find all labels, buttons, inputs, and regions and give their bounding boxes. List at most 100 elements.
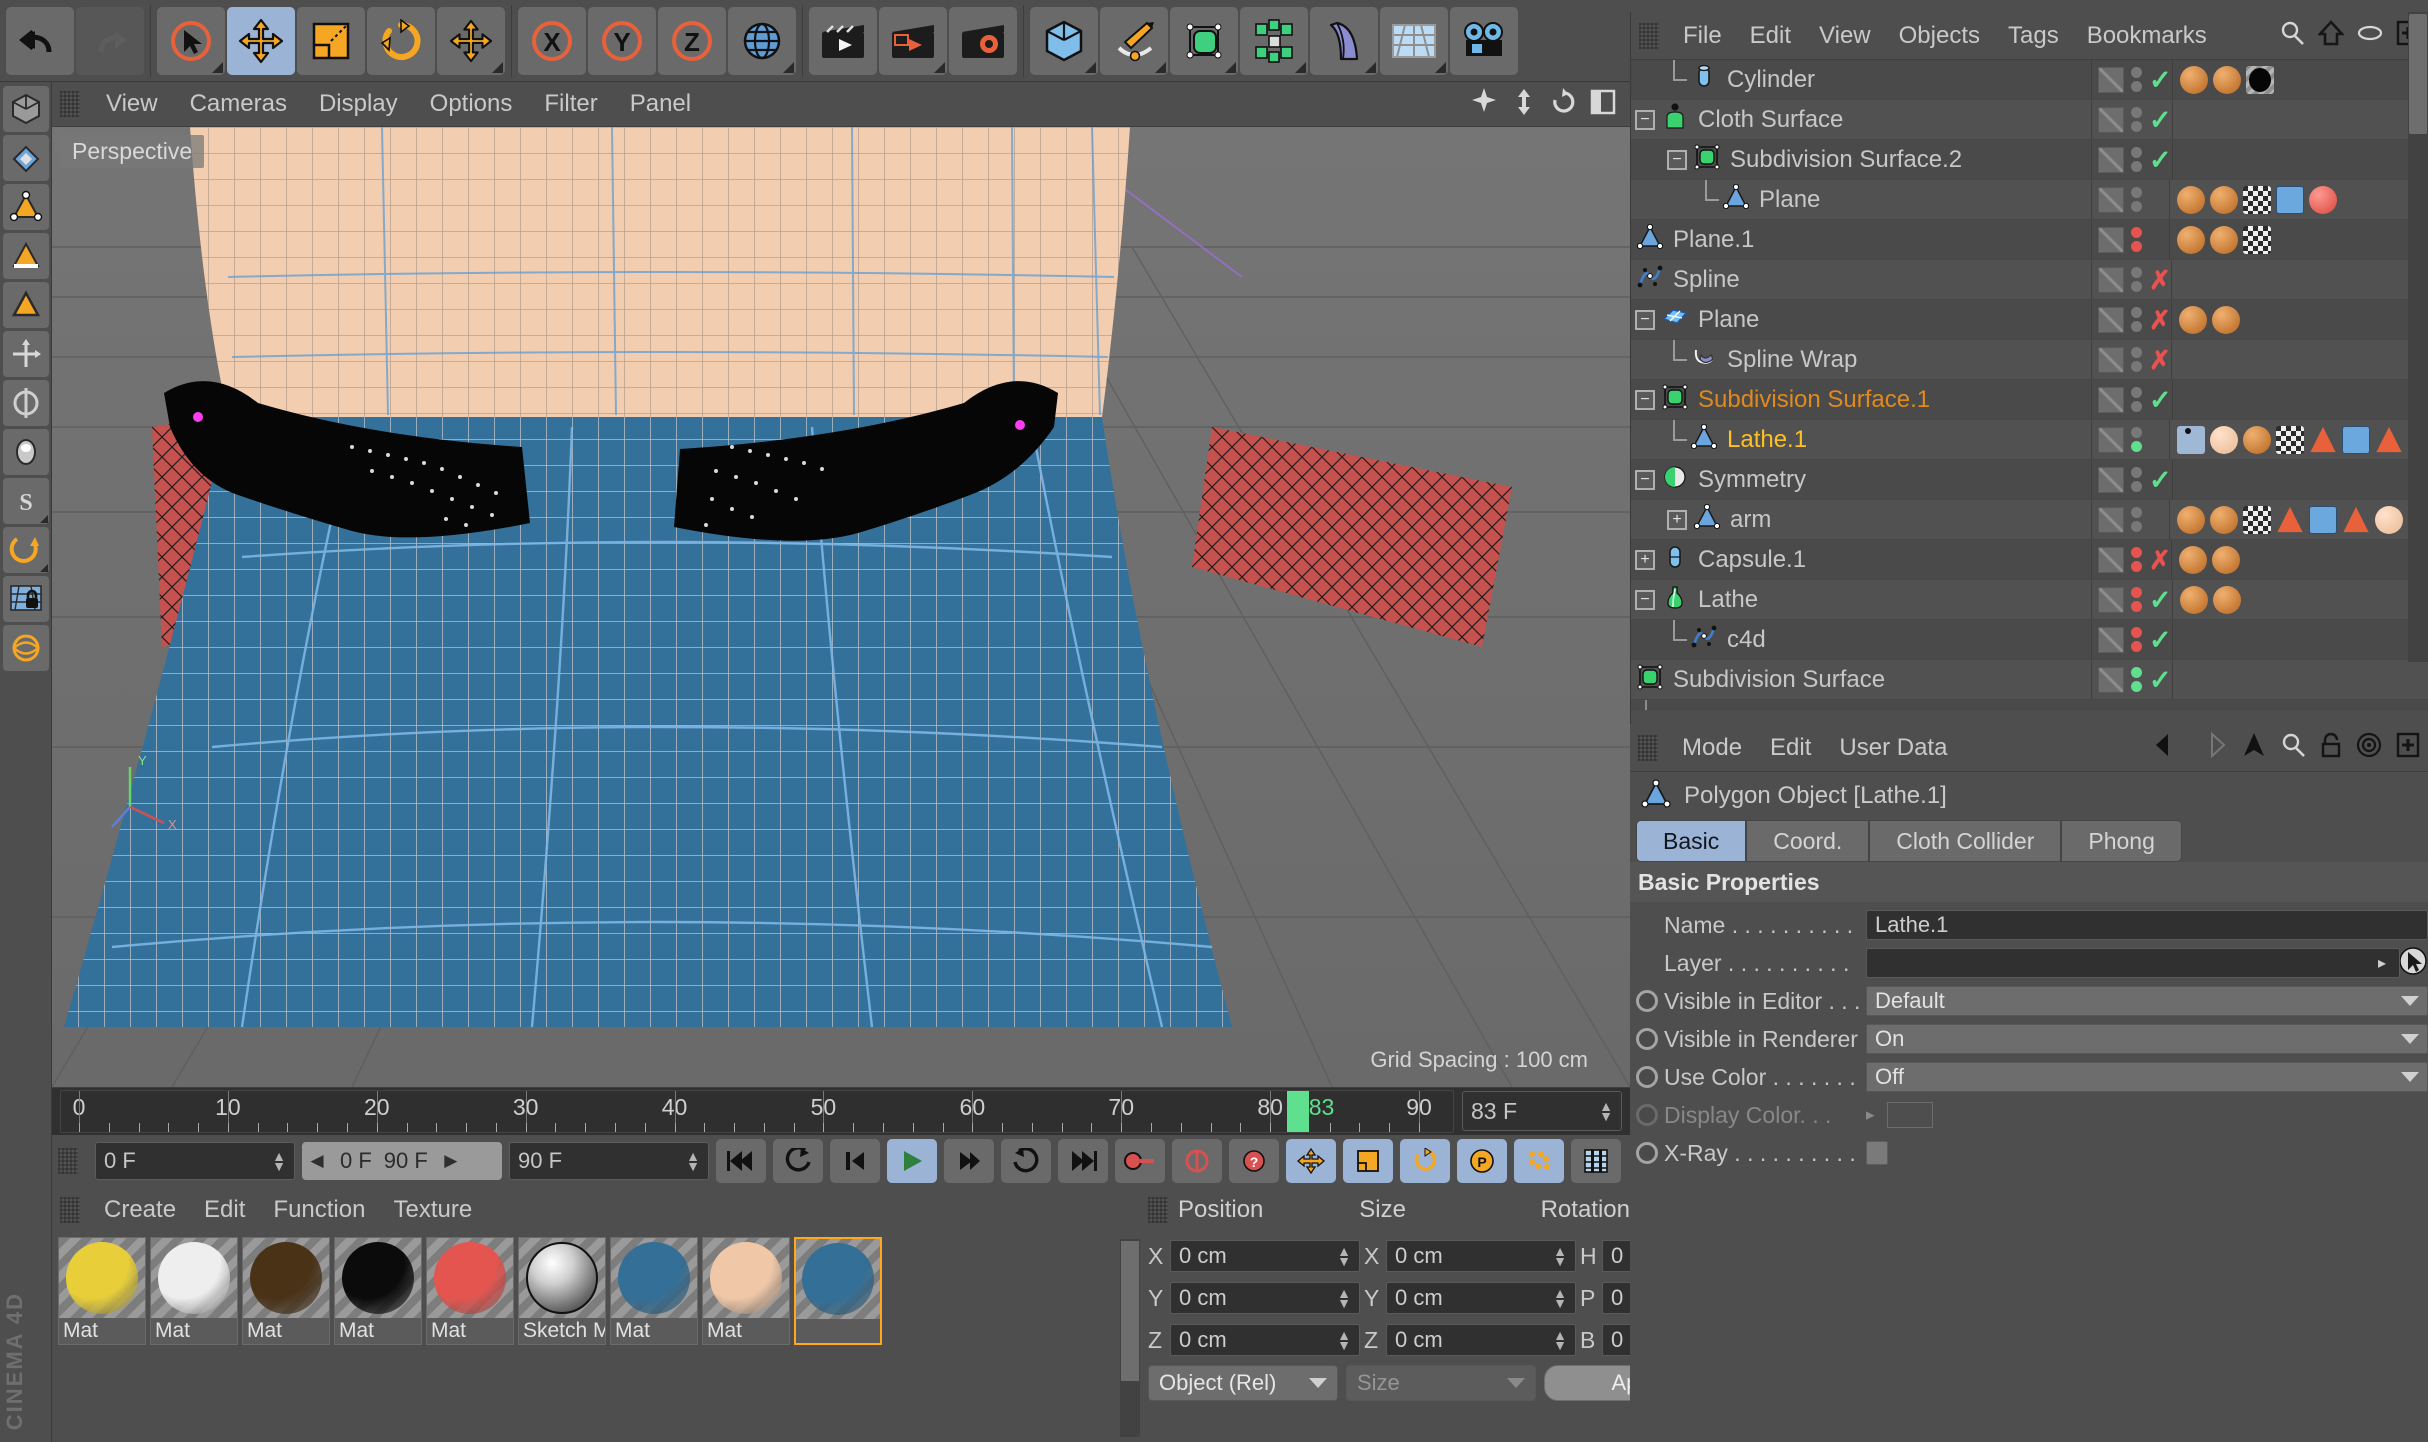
visibility-dots[interactable] [2131,667,2142,692]
viewport-menu-options[interactable]: Options [414,88,529,120]
om-menu-objects[interactable]: Objects [1885,22,1994,50]
layer-dropdown-arrow-icon[interactable]: ▸ [2378,953,2386,973]
object-name-cell[interactable]: − Subdivision Surface.1 [1631,380,2091,419]
object-name-cell[interactable]: Spline [1631,260,2091,299]
layer-swatch-icon[interactable] [2098,226,2124,253]
visibility-cross-icon[interactable]: ✗ [2149,547,2171,573]
object-name-cell[interactable]: − Symmetry [1631,460,2091,499]
home-icon[interactable] [2317,20,2345,51]
visibility-dots[interactable] [2131,147,2142,172]
viewport-menu-panel[interactable]: Panel [614,88,707,120]
range-left-arrow-icon[interactable]: ◀ [306,1151,328,1171]
visibility-dot[interactable] [2131,667,2142,678]
size-x-input[interactable]: 0 cm ▲ ▼ [1386,1240,1576,1272]
model-mode-button[interactable] [2,86,49,132]
coord-size-dropdown[interactable]: Size [1346,1365,1536,1401]
material-grid[interactable]: Mat Mat Mat Mat Mat Sketch M Mat Mat [52,1233,1142,1438]
spinner-icon[interactable]: ▲▼ [1337,1328,1351,1352]
go-to-end-button[interactable] [1058,1139,1108,1183]
material-tag-icon[interactable] [2211,305,2240,334]
texture-tag-icon[interactable] [2243,225,2271,254]
cloth-tag-icon[interactable] [2177,425,2205,454]
edge-mode-button[interactable] [2,233,49,279]
om-menu-view[interactable]: View [1805,22,1885,50]
timeline-playhead[interactable] [1286,1091,1309,1132]
workplane-button[interactable] [2,527,49,573]
timeline-toggle-button[interactable] [1571,1139,1621,1183]
lock-z-axis-button[interactable]: Z [658,6,726,75]
search-icon[interactable] [2280,732,2306,763]
move-duplicate-button[interactable] [437,6,505,75]
scrollbar-thumb[interactable] [2409,14,2427,134]
visible-in-renderer-select[interactable]: On [1866,1024,2428,1054]
new-icon[interactable] [2396,732,2420,763]
visibility-dots[interactable] [2131,307,2142,332]
object-axis-button[interactable] [2,331,49,377]
visible-in-editor-select[interactable]: Default [1866,986,2428,1016]
position-z-input[interactable]: 0 cm ▲ ▼ [1170,1324,1360,1356]
object-row[interactable]: − Subdivision Surface.1 ✓ [1631,380,2428,420]
mm-menu-texture[interactable]: Texture [379,1196,486,1224]
size-y-input[interactable]: 0 cm ▲ ▼ [1386,1282,1576,1314]
visibility-dot[interactable] [2131,467,2142,478]
record-active-objects-button[interactable] [1115,1139,1165,1183]
undo-button[interactable] [6,6,74,75]
object-row[interactable]: Cylinder ✓ [1631,60,2428,100]
object-tree[interactable]: Cylinder ✓ − Cloth Surface ✓ − Subdivision Sur… [1631,60,2428,710]
spinner-icon[interactable]: ▲▼ [1599,1099,1613,1123]
add-spline-button[interactable] [1100,6,1168,75]
visibility-dot[interactable] [2131,427,2142,438]
layer-picker-icon[interactable] [2398,946,2428,981]
visibility-dots[interactable] [2131,427,2142,452]
material-tag-icon[interactable] [2178,545,2207,574]
object-name-cell[interactable]: − Plane [1631,300,2091,339]
layer-swatch-icon[interactable] [2098,266,2124,293]
object-row[interactable]: + arm [1631,500,2428,540]
scale-key-button[interactable] [1343,1139,1393,1183]
expand-expander[interactable]: + [1635,549,1655,570]
visibility-dot[interactable] [2131,67,2142,78]
object-name-cell[interactable]: − Subdivision Surface.2 [1631,140,2091,179]
visibility-dot[interactable] [2131,307,2142,318]
visibility-dots[interactable] [2131,507,2142,532]
rotate-tool-button[interactable] [367,6,435,75]
visibility-dots[interactable] [2131,547,2142,572]
visibility-dot[interactable] [2131,681,2142,692]
object-name-cell[interactable]: c4d [1631,620,2091,659]
lock-y-axis-button[interactable]: Y [588,6,656,75]
object-row[interactable]: Subdivision Surface ✓ [1631,660,2428,700]
visibility-dot[interactable] [2131,561,2142,572]
spinner-icon[interactable]: ▲▼ [1553,1244,1567,1268]
mm-menu-edit[interactable]: Edit [190,1196,259,1224]
maximize-view-icon[interactable] [1590,89,1616,120]
layer-swatch-icon[interactable] [2098,66,2124,93]
material-swatch[interactable]: Mat [150,1237,238,1345]
layer-swatch-icon[interactable] [2098,186,2124,213]
visibility-dot[interactable] [2131,481,2142,492]
visibility-dots[interactable] [2131,187,2142,212]
object-name-cell[interactable]: Plane.1 [1631,220,2091,259]
enable-axis-button[interactable] [2,380,49,426]
spinner-icon[interactable]: ▲▼ [272,1149,286,1173]
add-mograph-button[interactable] [1240,6,1308,75]
visibility-dot[interactable] [2131,121,2142,132]
layer-swatch-icon[interactable] [2098,426,2124,453]
material-tag-icon[interactable] [2210,185,2238,214]
material-tag-icon[interactable] [2179,65,2208,94]
panel-grip-handle[interactable] [1638,734,1658,761]
material-tag-icon[interactable] [2375,505,2403,534]
phong-tag-icon[interactable] [2376,426,2402,453]
visibility-dots[interactable] [2131,467,2142,492]
material-tag-icon[interactable] [2179,585,2208,614]
keyframe-selection-button[interactable]: ? [1229,1139,1279,1183]
visibility-check-icon[interactable]: ✓ [2149,66,2172,93]
visibility-dot[interactable] [2131,161,2142,172]
scale-tool-button[interactable] [297,6,365,75]
texture-tag-icon[interactable] [2243,505,2271,534]
phong-tag-icon[interactable] [2310,426,2336,453]
play-forward-button[interactable] [887,1139,937,1183]
redo-button[interactable] [76,6,144,75]
add-floor-button[interactable] [1380,6,1448,75]
visibility-check-icon[interactable]: ✓ [2149,466,2172,493]
viewport-menu-display[interactable]: Display [303,88,414,120]
